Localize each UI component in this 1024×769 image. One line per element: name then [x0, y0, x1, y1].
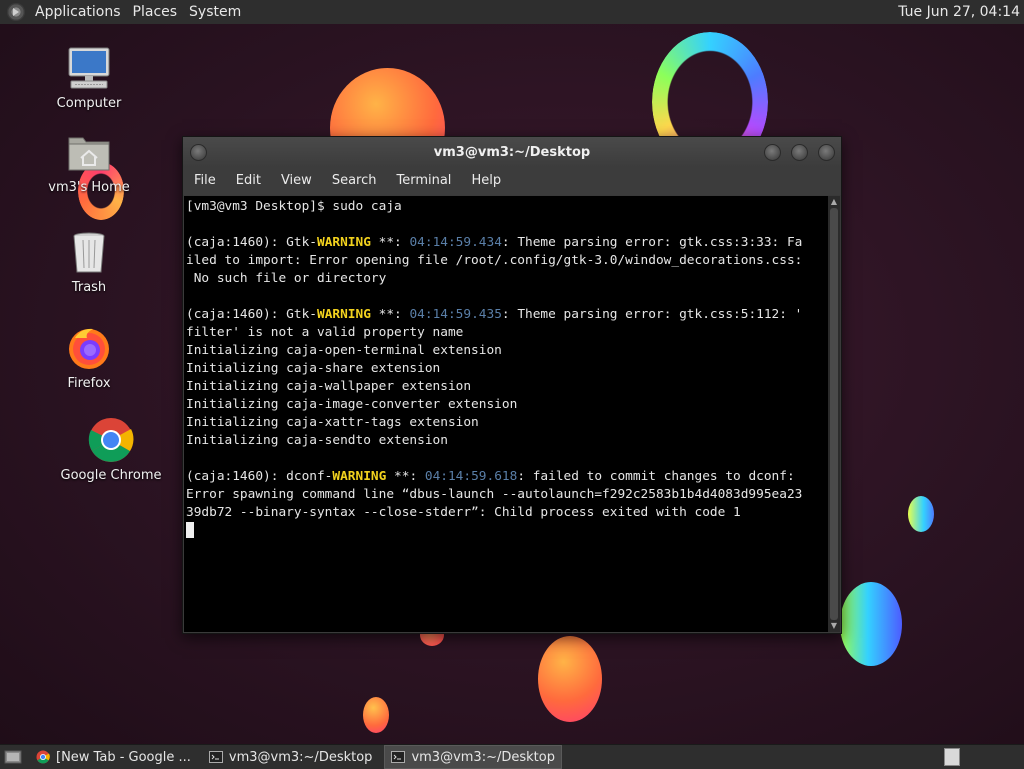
- warning-tag: WARNING: [316, 235, 371, 250]
- terminal-line: 39db72 --binary-syntax --close-stderr”: …: [186, 505, 741, 520]
- terminal-menubar: File Edit View Search Terminal Help: [183, 167, 841, 195]
- terminal-text-segment: (caja:1460): Gtk-: [186, 307, 317, 322]
- terminal-line: Initializing caja-sendto extension: [186, 433, 448, 448]
- bottom-panel: [New Tab - Google ... vm3@vm3:~/Desktop …: [0, 744, 1024, 769]
- chrome-icon: [36, 750, 50, 764]
- taskbar-item-terminal-active[interactable]: vm3@vm3:~/Desktop: [384, 745, 562, 769]
- maximize-button[interactable]: [791, 144, 808, 161]
- workspace-switcher[interactable]: [944, 748, 960, 766]
- desktop-icon-label: Trash: [71, 280, 107, 295]
- mate-logo-icon[interactable]: [7, 3, 25, 21]
- scroll-up-icon[interactable]: ▲: [830, 198, 838, 206]
- desktop-icon-label: vm3's Home: [48, 180, 130, 195]
- desktop-icon-label: Google Chrome: [60, 468, 162, 483]
- terminal-text-segment: **:: [386, 469, 425, 484]
- wallpaper-blob: [908, 496, 934, 532]
- desktop-icon-label: Firefox: [67, 376, 111, 391]
- terminal-text-segment: (caja:1460): Gtk-: [186, 235, 317, 250]
- window-title: vm3@vm3:~/Desktop: [433, 144, 591, 160]
- applications-menu[interactable]: Applications: [29, 0, 127, 24]
- terminal-line: (caja:1460): Gtk-WARNING **: 04:14:59.43…: [186, 235, 802, 250]
- taskbar-item-label: vm3@vm3:~/Desktop: [411, 749, 555, 765]
- places-menu[interactable]: Places: [127, 0, 184, 24]
- computer-icon: [65, 44, 113, 92]
- terminal-line: Initializing caja-wallpaper extension: [186, 379, 472, 394]
- menu-help[interactable]: Help: [460, 167, 510, 195]
- terminal-line: [vm3@vm3 Desktop]$ sudo caja: [186, 199, 402, 214]
- window-titlebar[interactable]: vm3@vm3:~/Desktop: [183, 137, 841, 167]
- terminal-text-segment: **:: [370, 235, 410, 250]
- warning-tag: WARNING: [332, 469, 387, 484]
- scroll-down-icon[interactable]: ▼: [830, 622, 838, 630]
- system-menu[interactable]: System: [183, 0, 247, 24]
- desktop-icon-computer[interactable]: Computer: [34, 44, 144, 111]
- clock[interactable]: Tue Jun 27, 04:14: [898, 4, 1024, 20]
- terminal-line: (caja:1460): dconf-WARNING **: 04:14:59.…: [186, 469, 795, 484]
- taskbar-item-terminal[interactable]: vm3@vm3:~/Desktop: [203, 746, 379, 768]
- terminal-line: No such file or directory: [186, 271, 387, 286]
- chrome-icon: [87, 416, 135, 464]
- desktop-icon-label: Computer: [56, 96, 122, 111]
- firefox-icon: [65, 324, 113, 372]
- trash-icon: [65, 228, 113, 276]
- terminal-window[interactable]: vm3@vm3:~/Desktop File Edit View Search …: [182, 136, 842, 634]
- desktop-icon-home[interactable]: vm3's Home: [34, 128, 144, 195]
- timestamp: 04:14:59.434: [409, 235, 502, 250]
- timestamp: 04:14:59.435: [409, 307, 502, 322]
- terminal-cursor: [186, 522, 194, 538]
- taskbar-item-chrome[interactable]: [New Tab - Google ...: [30, 746, 197, 768]
- menu-file[interactable]: File: [183, 167, 225, 195]
- terminal-text-segment: : Theme parsing error: gtk.css:3:33: Fa: [501, 235, 803, 250]
- taskbar-item-label: [New Tab - Google ...: [56, 749, 191, 765]
- terminal-text-segment: : Theme parsing error: gtk.css:5:112: ': [501, 307, 803, 322]
- desktop-icon-chrome[interactable]: Google Chrome: [56, 416, 166, 483]
- terminal-line: Initializing caja-share extension: [186, 361, 441, 376]
- scrollbar-thumb[interactable]: [830, 208, 838, 620]
- terminal-output-area[interactable]: [vm3@vm3 Desktop]$ sudo caja (caja:1460)…: [184, 196, 840, 632]
- terminal-line: filter' is not a valid property name: [186, 325, 464, 340]
- terminal-output: [vm3@vm3 Desktop]$ sudo caja (caja:1460)…: [186, 198, 826, 541]
- menu-edit[interactable]: Edit: [225, 167, 270, 195]
- terminal-text-segment: : failed to commit changes to dconf:: [517, 469, 795, 484]
- terminal-line: iled to import: Error opening file /root…: [186, 253, 803, 268]
- warning-tag: WARNING: [316, 307, 371, 322]
- wallpaper-blob: [840, 582, 902, 666]
- wallpaper-blob: [538, 636, 602, 722]
- terminal-line: Initializing caja-open-terminal extensio…: [186, 343, 502, 358]
- window-menu-button[interactable]: [190, 144, 207, 161]
- wallpaper-blob: [363, 697, 389, 733]
- terminal-line: Error spawning command line “dbus-launch…: [186, 487, 803, 502]
- timestamp: 04:14:59.618: [424, 469, 518, 484]
- menu-view[interactable]: View: [270, 167, 321, 195]
- terminal-scrollbar[interactable]: ▲ ▼: [828, 196, 840, 632]
- home-folder-icon: [65, 128, 113, 176]
- terminal-text-segment: **:: [370, 307, 410, 322]
- terminal-text-segment: (caja:1460): dconf-: [186, 469, 333, 484]
- menu-terminal[interactable]: Terminal: [385, 167, 460, 195]
- terminal-icon: [391, 751, 406, 763]
- terminal-line: (caja:1460): Gtk-WARNING **: 04:14:59.43…: [186, 307, 802, 322]
- top-panel: Applications Places System Tue Jun 27, 0…: [0, 0, 1024, 25]
- terminal-icon: [208, 751, 223, 763]
- taskbar-item-label: vm3@vm3:~/Desktop: [228, 749, 373, 765]
- menu-search[interactable]: Search: [321, 167, 386, 195]
- terminal-line: Initializing caja-xattr-tags extension: [186, 415, 479, 430]
- close-button[interactable]: [818, 144, 835, 161]
- desktop-icon-firefox[interactable]: Firefox: [34, 324, 144, 391]
- terminal-line: Initializing caja-image-converter extens…: [186, 397, 518, 412]
- minimize-button[interactable]: [764, 144, 781, 161]
- show-desktop-icon[interactable]: [4, 749, 22, 765]
- desktop-icon-trash[interactable]: Trash: [34, 228, 144, 295]
